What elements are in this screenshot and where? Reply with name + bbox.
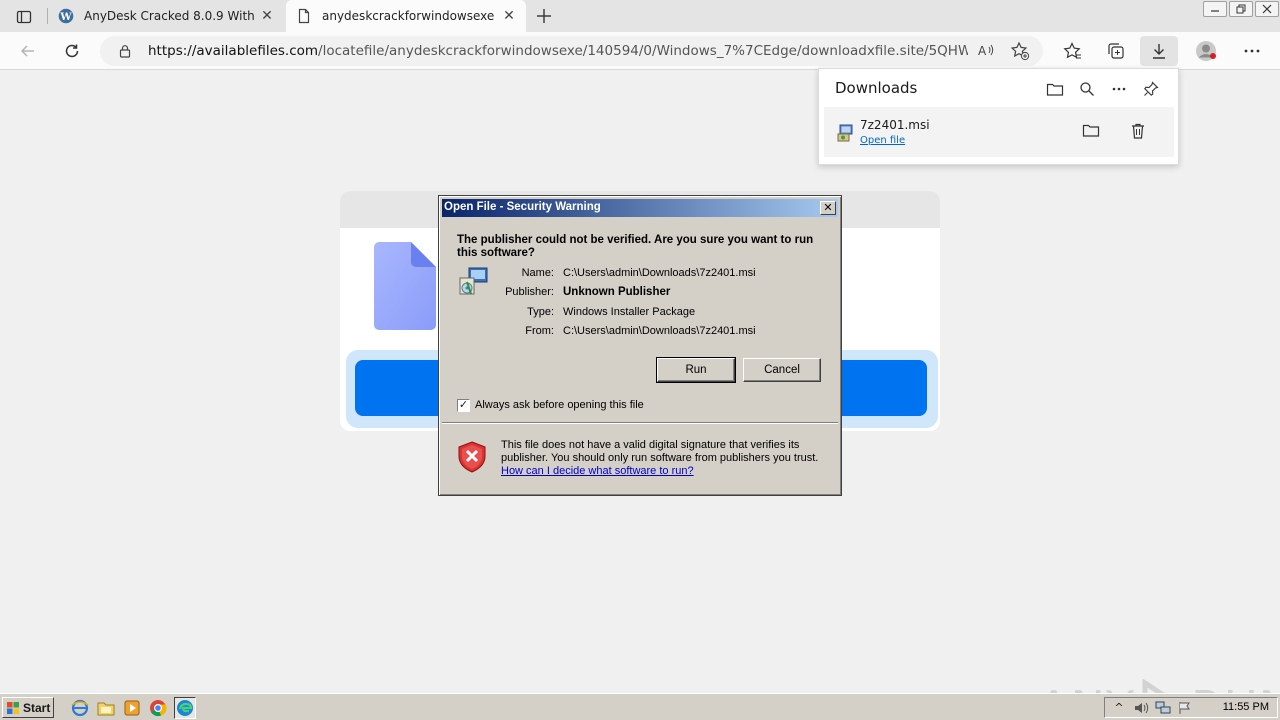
profile-icon[interactable] <box>1194 39 1218 63</box>
back-icon[interactable] <box>16 39 40 63</box>
tab-anydeskcrackforwindowsexe[interactable]: anydeskcrackforwindowsexe ✕ <box>286 0 526 32</box>
tab-close-icon[interactable]: ✕ <box>502 9 516 23</box>
always-ask-checkbox[interactable]: ✓ <box>457 399 470 412</box>
open-file-link[interactable]: Open file <box>860 135 905 146</box>
navigation-bar: https://availablefiles.com/locatefile/an… <box>0 32 1280 70</box>
window-controls <box>1202 0 1280 18</box>
more-icon[interactable] <box>1240 39 1264 63</box>
field-type: Type: Windows Installer Package <box>479 306 695 318</box>
lock-icon[interactable] <box>118 44 132 58</box>
field-value: Unknown Publisher <box>563 286 671 298</box>
svg-text:A: A <box>978 44 987 58</box>
cancel-button[interactable]: Cancel <box>743 358 821 382</box>
warning-text-block: This file does not have a valid digital … <box>501 439 831 478</box>
tab-strip: W AnyDesk Cracked 8.0.9 With Prem ✕ anyd… <box>0 0 1280 32</box>
refresh-icon[interactable] <box>60 39 84 63</box>
restore-icon[interactable] <box>1229 1 1253 17</box>
url-text: https://availablefiles.com/locatefile/an… <box>148 43 968 59</box>
media-player-icon[interactable] <box>122 698 142 718</box>
minimize-icon[interactable] <box>1203 1 1227 17</box>
new-tab-icon[interactable] <box>534 6 554 26</box>
field-publisher: Publisher: Unknown Publisher <box>479 286 670 298</box>
ie-icon[interactable] <box>70 698 90 718</box>
field-value: Windows Installer Package <box>563 306 696 318</box>
wordpress-icon: W <box>58 8 74 24</box>
chrome-icon[interactable] <box>148 698 168 718</box>
explorer-folder-icon[interactable] <box>96 698 116 718</box>
quick-launch <box>60 697 196 719</box>
address-bar[interactable]: https://availablefiles.com/locatefile/an… <box>100 36 1043 66</box>
download-filename: 7z2401.msi <box>860 118 930 132</box>
dialog-divider <box>442 422 838 424</box>
clock[interactable]: 11:55 PM <box>1223 701 1269 713</box>
start-button[interactable]: Start <box>2 697 54 718</box>
search-icon[interactable] <box>1077 79 1097 99</box>
field-label: Name: <box>521 267 554 279</box>
page-icon <box>296 8 312 24</box>
shield-warning-icon <box>457 441 487 473</box>
pin-icon[interactable] <box>1141 79 1161 99</box>
favorites-icon[interactable] <box>1060 39 1084 63</box>
dialog-titlebar[interactable]: Open File - Security Warning ✕ <box>442 199 838 217</box>
file-icon <box>374 242 436 330</box>
downloads-flyout: Downloads 7z2401.msi Open file <box>818 68 1179 165</box>
tray-expand-icon[interactable]: ^ <box>1111 700 1127 716</box>
volume-icon[interactable] <box>1133 700 1149 716</box>
field-value: C:\Users\admin\Downloads\7z2401.msi <box>563 267 756 279</box>
tab-close-icon[interactable]: ✕ <box>260 9 274 23</box>
dialog-title: Open File - Security Warning <box>444 201 601 213</box>
start-label: Start <box>23 700 51 715</box>
help-link[interactable]: How can I decide what software to run? <box>501 465 694 477</box>
taskbar: Start ^ 11:55 PM <box>0 693 1280 720</box>
field-label: Type: <box>527 306 554 318</box>
field-value: C:\Users\admin\Downloads\7z2401.msi <box>563 325 756 337</box>
svg-text:W: W <box>59 12 72 23</box>
run-button[interactable]: Run <box>656 357 736 383</box>
url-path: /locatefile/anydeskcrackforwindowsexe/14… <box>318 43 968 59</box>
read-aloud-icon[interactable]: A <box>976 41 996 61</box>
download-icon[interactable] <box>1147 39 1171 63</box>
field-from: From: C:\Users\admin\Downloads\7z2401.msi <box>479 325 756 337</box>
action-center-flag-icon[interactable] <box>1177 700 1193 716</box>
network-icon[interactable] <box>1155 700 1171 716</box>
url-domain: https://availablefiles.com <box>148 43 319 59</box>
close-window-icon[interactable] <box>1255 1 1279 17</box>
show-in-folder-icon[interactable] <box>1082 122 1102 142</box>
open-folder-icon[interactable] <box>1045 79 1065 99</box>
tab-title: anydeskcrackforwindowsexe <box>322 9 495 23</box>
add-favorite-icon[interactable] <box>1010 41 1030 61</box>
dialog-close-button[interactable]: ✕ <box>820 201 836 215</box>
downloads-title: Downloads <box>835 79 918 97</box>
tab-title: AnyDesk Cracked 8.0.9 With Prem <box>84 9 254 23</box>
warning-text: This file does not have a valid digital … <box>501 439 819 464</box>
system-tray: ^ 11:55 PM <box>1104 697 1278 718</box>
dialog-headline: The publisher could not be verified. Are… <box>457 234 814 259</box>
delete-icon[interactable] <box>1130 122 1150 142</box>
field-label: From: <box>525 325 554 337</box>
tab-anydesk-cracked[interactable]: W AnyDesk Cracked 8.0.9 With Prem ✕ <box>48 0 284 32</box>
always-ask-label[interactable]: Always ask before opening this file <box>475 399 644 411</box>
edge-icon[interactable] <box>174 697 196 719</box>
tab-actions-icon[interactable] <box>10 6 38 28</box>
downloads-toolbar <box>1045 79 1161 99</box>
security-warning-dialog: Open File - Security Warning ✕ The publi… <box>438 195 842 496</box>
windows-logo-icon <box>6 701 20 715</box>
field-name: Name: C:\Users\admin\Downloads\7z2401.msi <box>479 267 756 279</box>
collections-icon[interactable] <box>1104 39 1128 63</box>
download-item[interactable]: 7z2401.msi Open file <box>824 107 1174 157</box>
more-options-icon[interactable] <box>1109 79 1129 99</box>
field-label: Publisher: <box>505 286 554 298</box>
msi-file-icon <box>836 123 856 143</box>
